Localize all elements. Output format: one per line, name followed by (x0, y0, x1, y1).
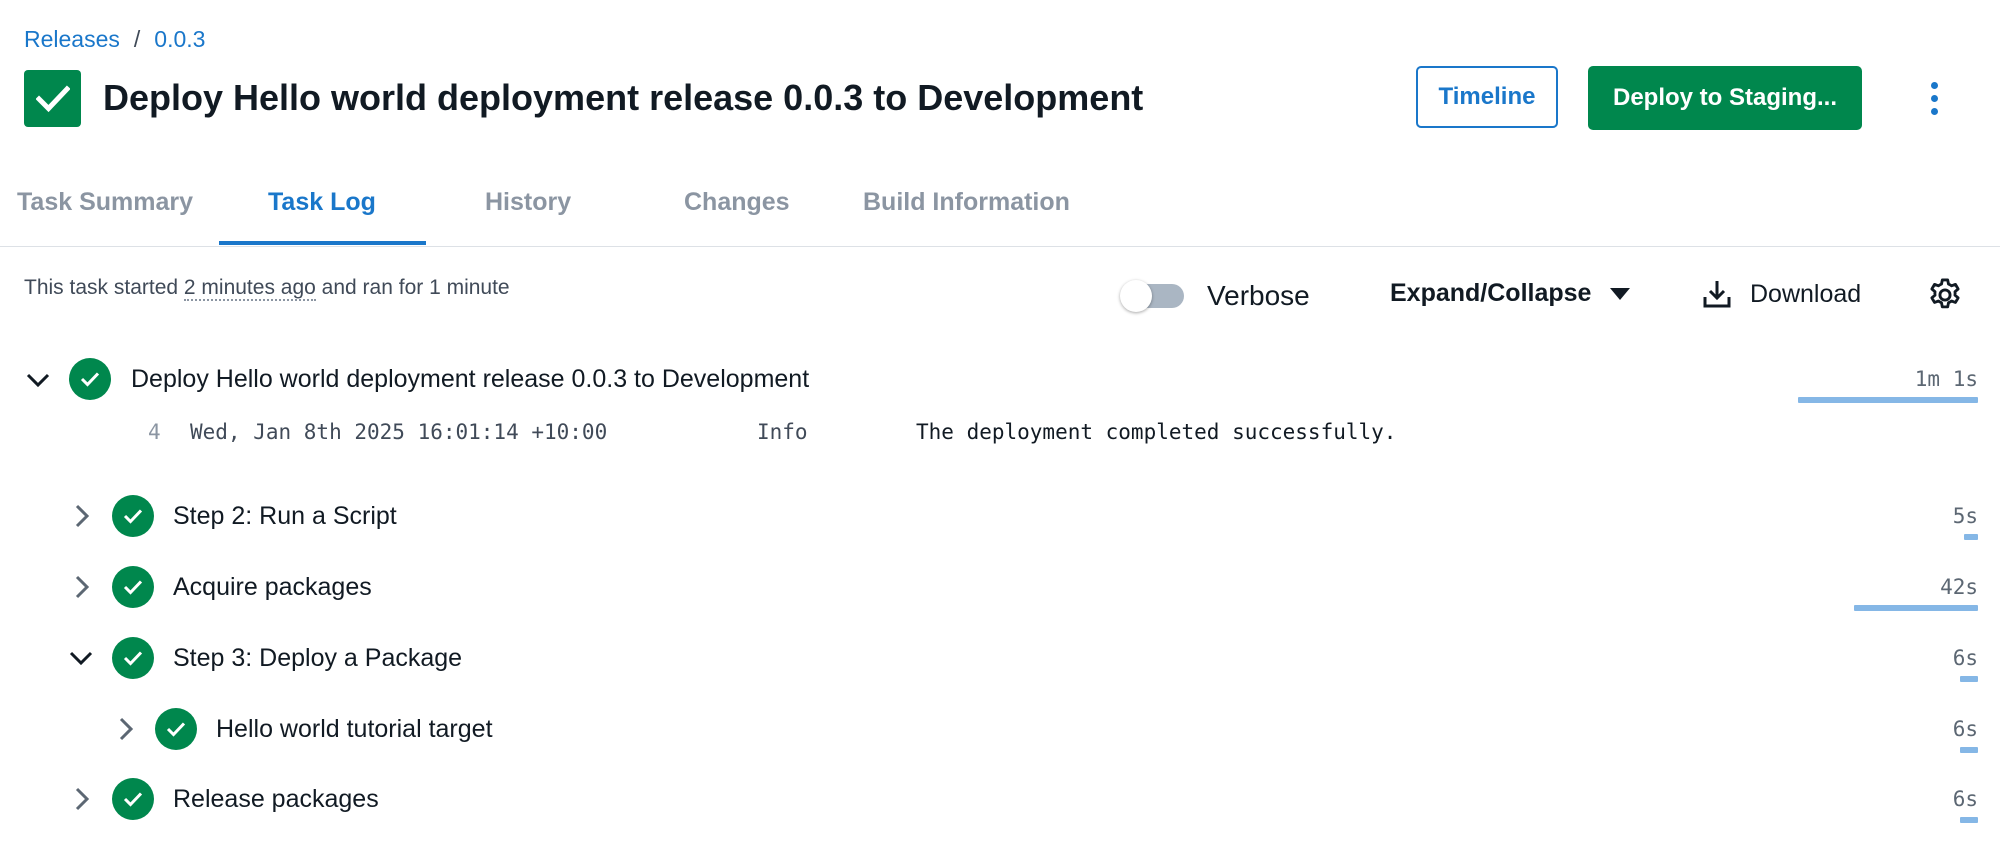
log-line-timestamp: Wed, Jan 8th 2025 16:01:14 +10:00 (190, 420, 608, 444)
breadcrumb-separator: / (133, 26, 141, 52)
duration-bar (1960, 747, 1978, 753)
duration-bar (1964, 534, 1978, 540)
timeline-button[interactable]: Timeline (1416, 66, 1558, 128)
check-icon (123, 580, 143, 595)
breadcrumb-version-link[interactable]: 0.0.3 (154, 26, 205, 53)
check-icon (123, 792, 143, 807)
check-icon (166, 722, 186, 737)
task-started-text: This task started 2 minutes ago and ran … (24, 276, 510, 301)
started-prefix: This task started (24, 276, 179, 299)
log-step-duration: 6s (1952, 717, 1978, 741)
check-icon (123, 509, 143, 524)
active-tab-indicator (219, 241, 426, 245)
log-root-label[interactable]: Deploy Hello world deployment release 0.… (131, 365, 809, 394)
download-icon (1703, 281, 1731, 308)
log-step-label[interactable]: Hello world tutorial target (216, 715, 493, 744)
expand-collapse-label: Expand/Collapse (1390, 279, 1592, 307)
duration-bar (1798, 397, 1978, 403)
expand-chevron-icon[interactable] (69, 574, 95, 600)
page-title: Deploy Hello world deployment release 0.… (103, 77, 1144, 118)
step-success-icon (112, 637, 154, 679)
kebab-dot (1930, 94, 1938, 102)
breadcrumb: Releases / 0.0.3 (24, 26, 205, 53)
download-button[interactable]: Download (1702, 279, 1861, 309)
tab-task-log[interactable]: Task Log (268, 188, 376, 217)
log-step-label[interactable]: Acquire packages (173, 573, 372, 602)
tab-bar: Task Summary Task Log History Changes Bu… (0, 170, 2000, 247)
verbose-toggle[interactable] (1120, 280, 1184, 312)
expand-chevron-icon[interactable] (69, 503, 95, 529)
tab-task-summary[interactable]: Task Summary (17, 188, 193, 217)
more-options-kebab-icon[interactable] (1918, 78, 1950, 118)
check-icon (35, 84, 70, 112)
check-icon (123, 651, 143, 666)
step-success-icon (112, 495, 154, 537)
log-line-message: The deployment completed successfully. (916, 420, 1397, 444)
breadcrumb-releases-link[interactable]: Releases (24, 26, 120, 53)
deploy-to-staging-button[interactable]: Deploy to Staging... (1588, 66, 1862, 130)
expand-collapse-dropdown[interactable]: Expand/Collapse (1390, 279, 1631, 308)
started-relative-time[interactable]: 2 minutes ago (183, 276, 316, 301)
log-line-level: Info (757, 420, 808, 444)
collapse-chevron-icon[interactable] (25, 367, 51, 393)
collapse-chevron-icon[interactable] (68, 645, 94, 671)
log-step-duration: 42s (1940, 575, 1978, 599)
download-label: Download (1750, 279, 1862, 308)
verbose-label: Verbose (1207, 280, 1310, 311)
step-success-icon (112, 778, 154, 820)
success-status-icon (24, 70, 81, 127)
tab-build-information[interactable]: Build Information (863, 188, 1070, 217)
log-step-duration: 5s (1952, 504, 1978, 528)
check-icon (80, 372, 100, 387)
expand-chevron-icon[interactable] (113, 716, 139, 742)
tab-history[interactable]: History (485, 188, 571, 217)
kebab-dot (1930, 107, 1938, 115)
log-root-duration: 1m 1s (1914, 367, 1978, 391)
log-step-duration: 6s (1952, 646, 1978, 670)
started-suffix: and ran for 1 minute (321, 276, 510, 299)
step-success-icon (112, 566, 154, 608)
log-step-duration: 6s (1952, 787, 1978, 811)
expand-chevron-icon[interactable] (69, 786, 95, 812)
step-success-icon (155, 708, 197, 750)
log-line-number: 4 (148, 420, 161, 444)
tab-changes[interactable]: Changes (684, 188, 790, 217)
kebab-dot (1930, 81, 1938, 89)
caret-down-icon (1610, 287, 1631, 300)
log-step-label[interactable]: Release packages (173, 785, 379, 814)
log-step-label[interactable]: Step 3: Deploy a Package (173, 644, 462, 673)
duration-bar (1854, 605, 1978, 611)
log-step-label[interactable]: Step 2: Run a Script (173, 502, 397, 531)
duration-bar (1960, 817, 1978, 823)
duration-bar (1960, 676, 1978, 682)
gear-icon[interactable] (1926, 276, 1964, 314)
root-success-icon (69, 358, 111, 400)
verbose-toggle-knob (1120, 280, 1152, 312)
